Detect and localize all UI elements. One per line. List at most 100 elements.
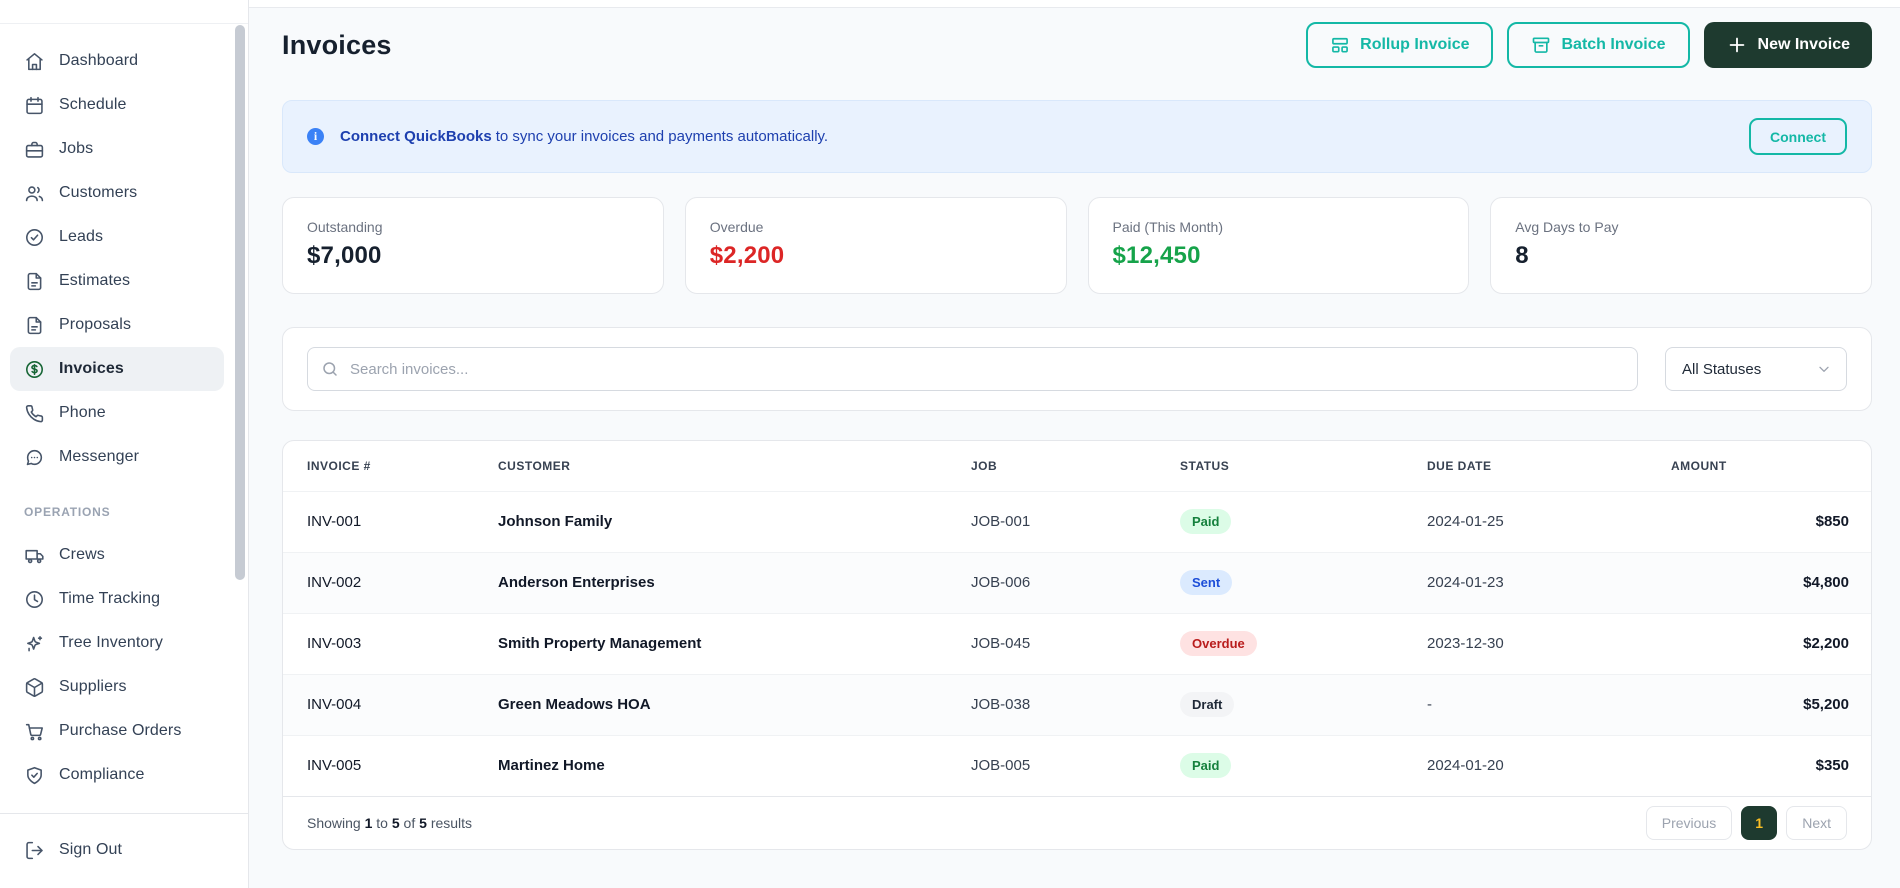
search-input[interactable] bbox=[307, 347, 1638, 391]
connect-button[interactable]: Connect bbox=[1749, 118, 1847, 155]
sidebar-item-crews[interactable]: Crews bbox=[10, 533, 224, 577]
invoices-table-card: INVOICE # CUSTOMER JOB STATUS DUE DATE AMOUNT… bbox=[282, 440, 1872, 850]
sidebar-item-suppliers[interactable]: Suppliers bbox=[10, 665, 224, 709]
batch-invoice-label: Batch Invoice bbox=[1561, 36, 1666, 53]
sidebar-item-customers[interactable]: Customers bbox=[10, 171, 224, 215]
page-header: Invoices Rollup Invoice Batch Invoice Ne… bbox=[282, 22, 1872, 68]
job-cell: JOB-038 bbox=[971, 673, 1180, 735]
cart-icon bbox=[24, 721, 45, 742]
new-invoice-button[interactable]: New Invoice bbox=[1703, 22, 1872, 68]
amount-cell: $2,200 bbox=[1671, 612, 1871, 674]
invoice-number-cell: INV-005 bbox=[283, 734, 498, 796]
status-filter-select[interactable]: All Statuses bbox=[1665, 347, 1847, 391]
sidebar-item-compliance[interactable]: Compliance bbox=[10, 753, 224, 797]
sidebar-item-phone[interactable]: Phone bbox=[10, 391, 224, 435]
sidebar-item-estimates[interactable]: Estimates bbox=[10, 259, 224, 303]
job-cell: JOB-001 bbox=[971, 490, 1180, 552]
stat-value: 8 bbox=[1515, 242, 1529, 269]
previous-page-button[interactable]: Previous bbox=[1645, 806, 1733, 840]
column-header-due-date: DUE DATE bbox=[1427, 458, 1492, 473]
customer-cell: Smith Property Management bbox=[498, 612, 971, 674]
sidebar-footer: Sign Out bbox=[0, 813, 248, 888]
sidebar-item-time-tracking[interactable]: Time Tracking bbox=[10, 577, 224, 621]
next-page-button[interactable]: Next bbox=[1786, 806, 1847, 840]
sidebar-item-label: Invoices bbox=[59, 360, 124, 377]
sidebar-item-purchase-orders[interactable]: Purchase Orders bbox=[10, 709, 224, 753]
sidebar-item-label: Leads bbox=[59, 228, 104, 245]
amount-cell: $850 bbox=[1671, 490, 1871, 552]
table-row[interactable]: INV-001 Johnson Family JOB-001 Paid 2024-01-… bbox=[283, 490, 1871, 552]
sidebar-item-invoices[interactable]: Invoices bbox=[10, 347, 224, 391]
sidebar-scrollbar[interactable] bbox=[235, 25, 245, 580]
job-cell: JOB-005 bbox=[971, 734, 1180, 796]
search-icon bbox=[323, 362, 337, 376]
sidebar-item-tree-inventory[interactable]: Tree Inventory bbox=[10, 621, 224, 665]
table-row[interactable]: INV-004 Green Meadows HOA JOB-038 Draft - $5,… bbox=[283, 673, 1871, 735]
column-header-invoice: INVOICE # bbox=[307, 458, 371, 473]
truck-icon bbox=[24, 545, 45, 566]
table-row[interactable]: INV-005 Martinez Home JOB-005 Paid 2024-01-2… bbox=[283, 734, 1871, 796]
quickbooks-banner: i Connect QuickBooks to sync your invoice… bbox=[282, 100, 1872, 173]
batch-invoice-button[interactable]: Batch Invoice bbox=[1507, 22, 1690, 68]
customer-cell: Green Meadows HOA bbox=[498, 673, 971, 735]
sidebar-item-label: Customers bbox=[59, 184, 138, 201]
invoice-number-cell: INV-004 bbox=[283, 673, 498, 735]
stat-label: Avg Days to Pay bbox=[1515, 219, 1619, 235]
chevron-down-icon bbox=[1819, 366, 1829, 372]
main-content: Invoices Rollup Invoice Batch Invoice Ne… bbox=[249, 0, 1900, 888]
table-row[interactable]: INV-002 Anderson Enterprises JOB-006 Sent 20… bbox=[283, 551, 1871, 613]
sidebar-item-schedule[interactable]: Schedule bbox=[10, 83, 224, 127]
status-cell: Sent bbox=[1180, 551, 1427, 613]
status-cell: Paid bbox=[1180, 490, 1427, 552]
amount-cell: $5,200 bbox=[1671, 673, 1871, 735]
status-cell: Overdue bbox=[1180, 612, 1427, 674]
document-icon bbox=[24, 271, 45, 292]
sidebar-item-jobs[interactable]: Jobs bbox=[10, 127, 224, 171]
sidebar: Dashboard Schedule Jobs Customers Leads Estim… bbox=[0, 0, 249, 888]
current-page-button[interactable]: 1 bbox=[1741, 806, 1778, 840]
status-filter-value: All Statuses bbox=[1682, 360, 1762, 378]
calendar-icon bbox=[24, 95, 45, 116]
status-badge: Overdue bbox=[1180, 631, 1257, 656]
top-strip bbox=[249, 0, 1900, 8]
stat-card-avg-days-to-pay: Avg Days to Pay 8 bbox=[1490, 197, 1872, 294]
dollar-circle-icon bbox=[24, 359, 45, 380]
stat-label: Outstanding bbox=[307, 219, 383, 235]
batch-archive-icon bbox=[1533, 37, 1550, 53]
customer-cell: Johnson Family bbox=[498, 490, 971, 552]
sidebar-item-leads[interactable]: Leads bbox=[10, 215, 224, 259]
sidebar-item-dashboard[interactable]: Dashboard bbox=[10, 39, 224, 83]
sidebar-item-sign-out[interactable]: Sign Out bbox=[10, 828, 224, 872]
results-summary: Showing 1 to 5 of 5 results bbox=[307, 815, 473, 831]
sidebar-item-proposals[interactable]: Proposals bbox=[10, 303, 224, 347]
sidebar-item-label: Suppliers bbox=[59, 678, 127, 695]
stats-row: Outstanding $7,000 Overdue $2,200 Paid (This… bbox=[282, 197, 1872, 294]
sidebar-item-messenger[interactable]: Messenger bbox=[10, 435, 224, 479]
briefcase-icon bbox=[24, 139, 45, 160]
phone-icon bbox=[24, 403, 45, 424]
table-row[interactable]: INV-003 Smith Property Management JOB-045 O… bbox=[283, 612, 1871, 674]
job-cell: JOB-006 bbox=[971, 551, 1180, 613]
logout-icon bbox=[24, 840, 45, 861]
sidebar-item-label: Compliance bbox=[59, 766, 145, 783]
rollup-invoice-button[interactable]: Rollup Invoice bbox=[1306, 22, 1494, 68]
sidebar-item-label: Dashboard bbox=[59, 52, 139, 69]
sidebar-item-label: Proposals bbox=[59, 316, 132, 333]
column-header-amount: AMOUNT bbox=[1671, 458, 1727, 473]
sidebar-item-label: Phone bbox=[59, 404, 106, 421]
stat-value: $12,450 bbox=[1112, 242, 1201, 269]
banner-rest-text: to sync your invoices and payments autom… bbox=[495, 128, 829, 145]
stat-card-paid-this-month: Paid (This Month) $12,450 bbox=[1087, 197, 1470, 294]
package-icon bbox=[24, 677, 45, 698]
due-date-cell: 2023-12-30 bbox=[1427, 612, 1671, 674]
column-header-status: STATUS bbox=[1180, 458, 1230, 473]
sidebar-nav-operations: Crews Time Tracking Tree Inventory Supplier… bbox=[0, 529, 248, 797]
status-badge: Paid bbox=[1180, 753, 1232, 779]
sidebar-item-label: Sign Out bbox=[59, 841, 123, 858]
plus-icon bbox=[1729, 37, 1744, 53]
stat-value: $7,000 bbox=[307, 242, 382, 269]
leads-check-icon bbox=[24, 227, 45, 248]
page-title: Invoices bbox=[282, 29, 392, 60]
column-header-customer: CUSTOMER bbox=[498, 458, 571, 473]
rollup-invoice-label: Rollup Invoice bbox=[1360, 36, 1470, 53]
